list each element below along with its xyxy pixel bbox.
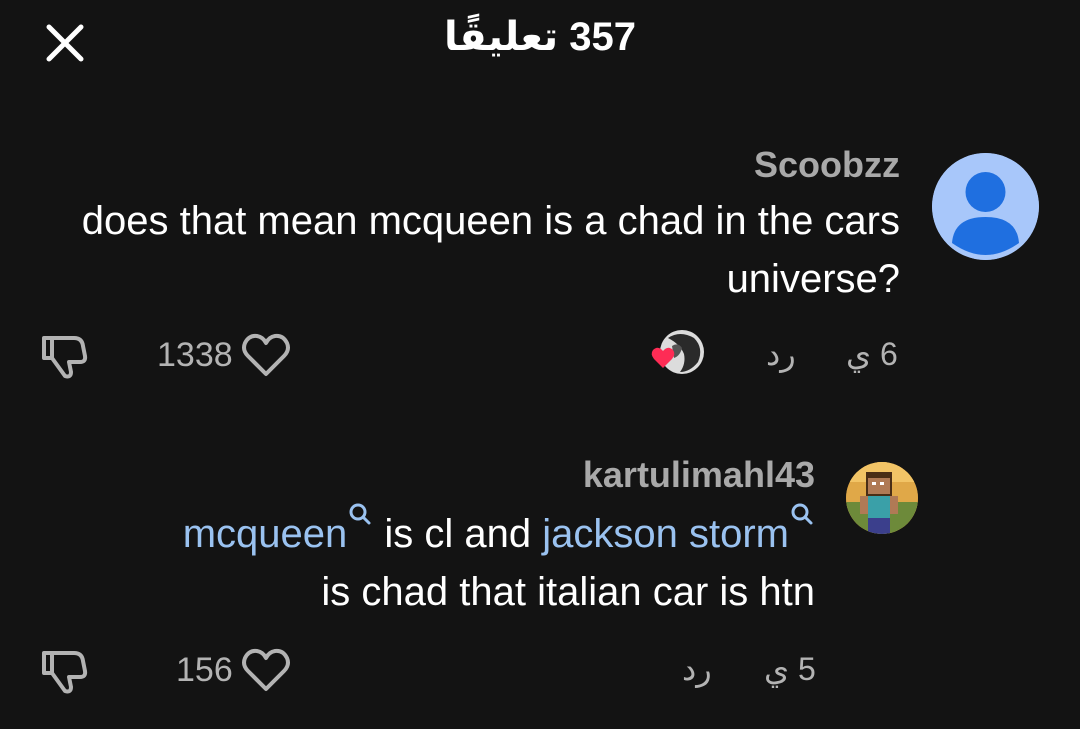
comment-text-segment: is chad that italian car is htn: [321, 570, 815, 614]
comment-time: 6 ي: [846, 336, 898, 372]
creator-heart-icon: [651, 330, 704, 374]
dislike-icon[interactable]: [38, 645, 90, 695]
mention-link[interactable]: jackson storm: [542, 503, 815, 556]
comment-actions: 156 رد 5 ي: [0, 645, 1080, 695]
minecraft-steve-avatar-icon: [846, 462, 918, 534]
comments-header: 357 تعليقًا: [0, 0, 1080, 80]
comment-count-title: 357 تعليقًا: [444, 15, 636, 59]
like-button[interactable]: 1338: [157, 330, 291, 380]
like-count: 156: [176, 650, 233, 689]
comment-item: Scoobzz does that mean mcqueen is a chad…: [0, 140, 1080, 400]
comment-actions: 1338 رد 6 ي: [0, 330, 1080, 380]
avatar[interactable]: [932, 153, 1039, 260]
comment-item: kartulimahl43 mcqueen is cl and jackson …: [0, 450, 1080, 710]
avatar[interactable]: [846, 462, 918, 534]
comment-text: does that mean mcqueen is a chad in the …: [81, 199, 900, 301]
like-count: 1338: [157, 335, 233, 374]
mention-link[interactable]: mcqueen: [183, 503, 374, 556]
comment-text: mcqueen is cl and jackson storm is chad t…: [35, 503, 815, 621]
dislike-icon[interactable]: [38, 330, 90, 380]
search-icon: [349, 503, 371, 525]
default-user-avatar-icon: [932, 153, 1039, 260]
reply-button[interactable]: رد: [682, 650, 712, 688]
like-button[interactable]: 156: [176, 645, 291, 695]
reply-button[interactable]: رد: [766, 335, 796, 373]
comment-text-segment: is cl and: [373, 512, 543, 556]
comment-time: 5 ي: [764, 651, 816, 687]
heart-icon: [241, 333, 290, 376]
comment-username[interactable]: Scoobzz: [754, 144, 900, 186]
search-icon: [791, 503, 813, 525]
creator-liked-avatar: [650, 328, 710, 382]
heart-icon: [241, 648, 290, 691]
comment-username[interactable]: kartulimahl43: [583, 454, 815, 496]
